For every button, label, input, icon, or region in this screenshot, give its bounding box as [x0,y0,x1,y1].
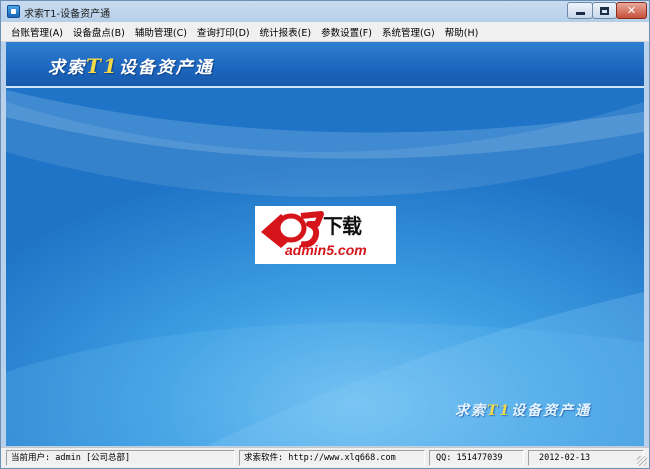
menu-settings[interactable]: 参数设置(F) [316,25,377,39]
maximize-icon [600,6,609,15]
status-qq: QQ: 151477039 [429,450,524,466]
status-bar: 当前用户: admin [公司总部] 求索软件: http://www.xlq6… [1,447,649,468]
banner-title-suffix: 设备资产通 [118,58,214,78]
status-current-user: 当前用户: admin [公司总部] [6,450,235,466]
watermark-t1: T1 [487,403,512,419]
banner-title-prefix: 求索 [48,58,86,78]
main-window: 求索T1-设备资产通 ✕ 台账管理(A) 设备盘点(B) 辅助管理(C) 查询打… [0,0,650,469]
maximize-button[interactable] [592,2,617,19]
title-bar[interactable]: 求索T1-设备资产通 ✕ [1,1,649,22]
workspace-background: 求索T1设备资产通 下载 admin5.com 求索T1设备资产通 [6,42,644,446]
app-icon[interactable] [7,5,20,18]
logo-chinese-text: 下载 [323,214,362,238]
close-icon: ✕ [626,4,637,17]
header-banner: 求索T1设备资产通 [6,42,644,88]
watermark-prefix: 求索 [455,403,487,419]
menu-inventory[interactable]: 设备盘点(B) [68,25,130,39]
close-button[interactable]: ✕ [616,2,647,19]
menu-system[interactable]: 系统管理(G) [377,25,440,39]
window-title: 求索T1-设备资产通 [24,9,111,20]
product-watermark: 求索T1设备资产通 [455,400,591,420]
menu-bar: 台账管理(A) 设备盘点(B) 辅助管理(C) 查询打印(D) 统计报表(E) … [1,22,649,42]
menu-auxiliary[interactable]: 辅助管理(C) [130,25,192,39]
watermark-suffix: 设备资产通 [511,403,592,419]
status-software-url: 求索软件: http://www.xlq668.com [239,450,425,466]
menu-reports[interactable]: 统计报表(E) [255,25,316,39]
banner-title: 求索T1设备资产通 [48,53,214,78]
minimize-button[interactable] [567,2,593,19]
minimize-icon [575,12,585,15]
menu-query-print[interactable]: 查询打印(D) [192,25,255,39]
resize-grip-icon[interactable] [637,456,647,466]
a5-logo: 下载 admin5.com [255,206,396,264]
logo-domain: admin5.com [285,242,367,258]
status-date: 2012-02-13 [528,450,644,466]
banner-title-t1: T1 [86,54,119,78]
menu-help[interactable]: 帮助(H) [440,25,484,39]
menu-ledger[interactable]: 台账管理(A) [6,25,68,39]
